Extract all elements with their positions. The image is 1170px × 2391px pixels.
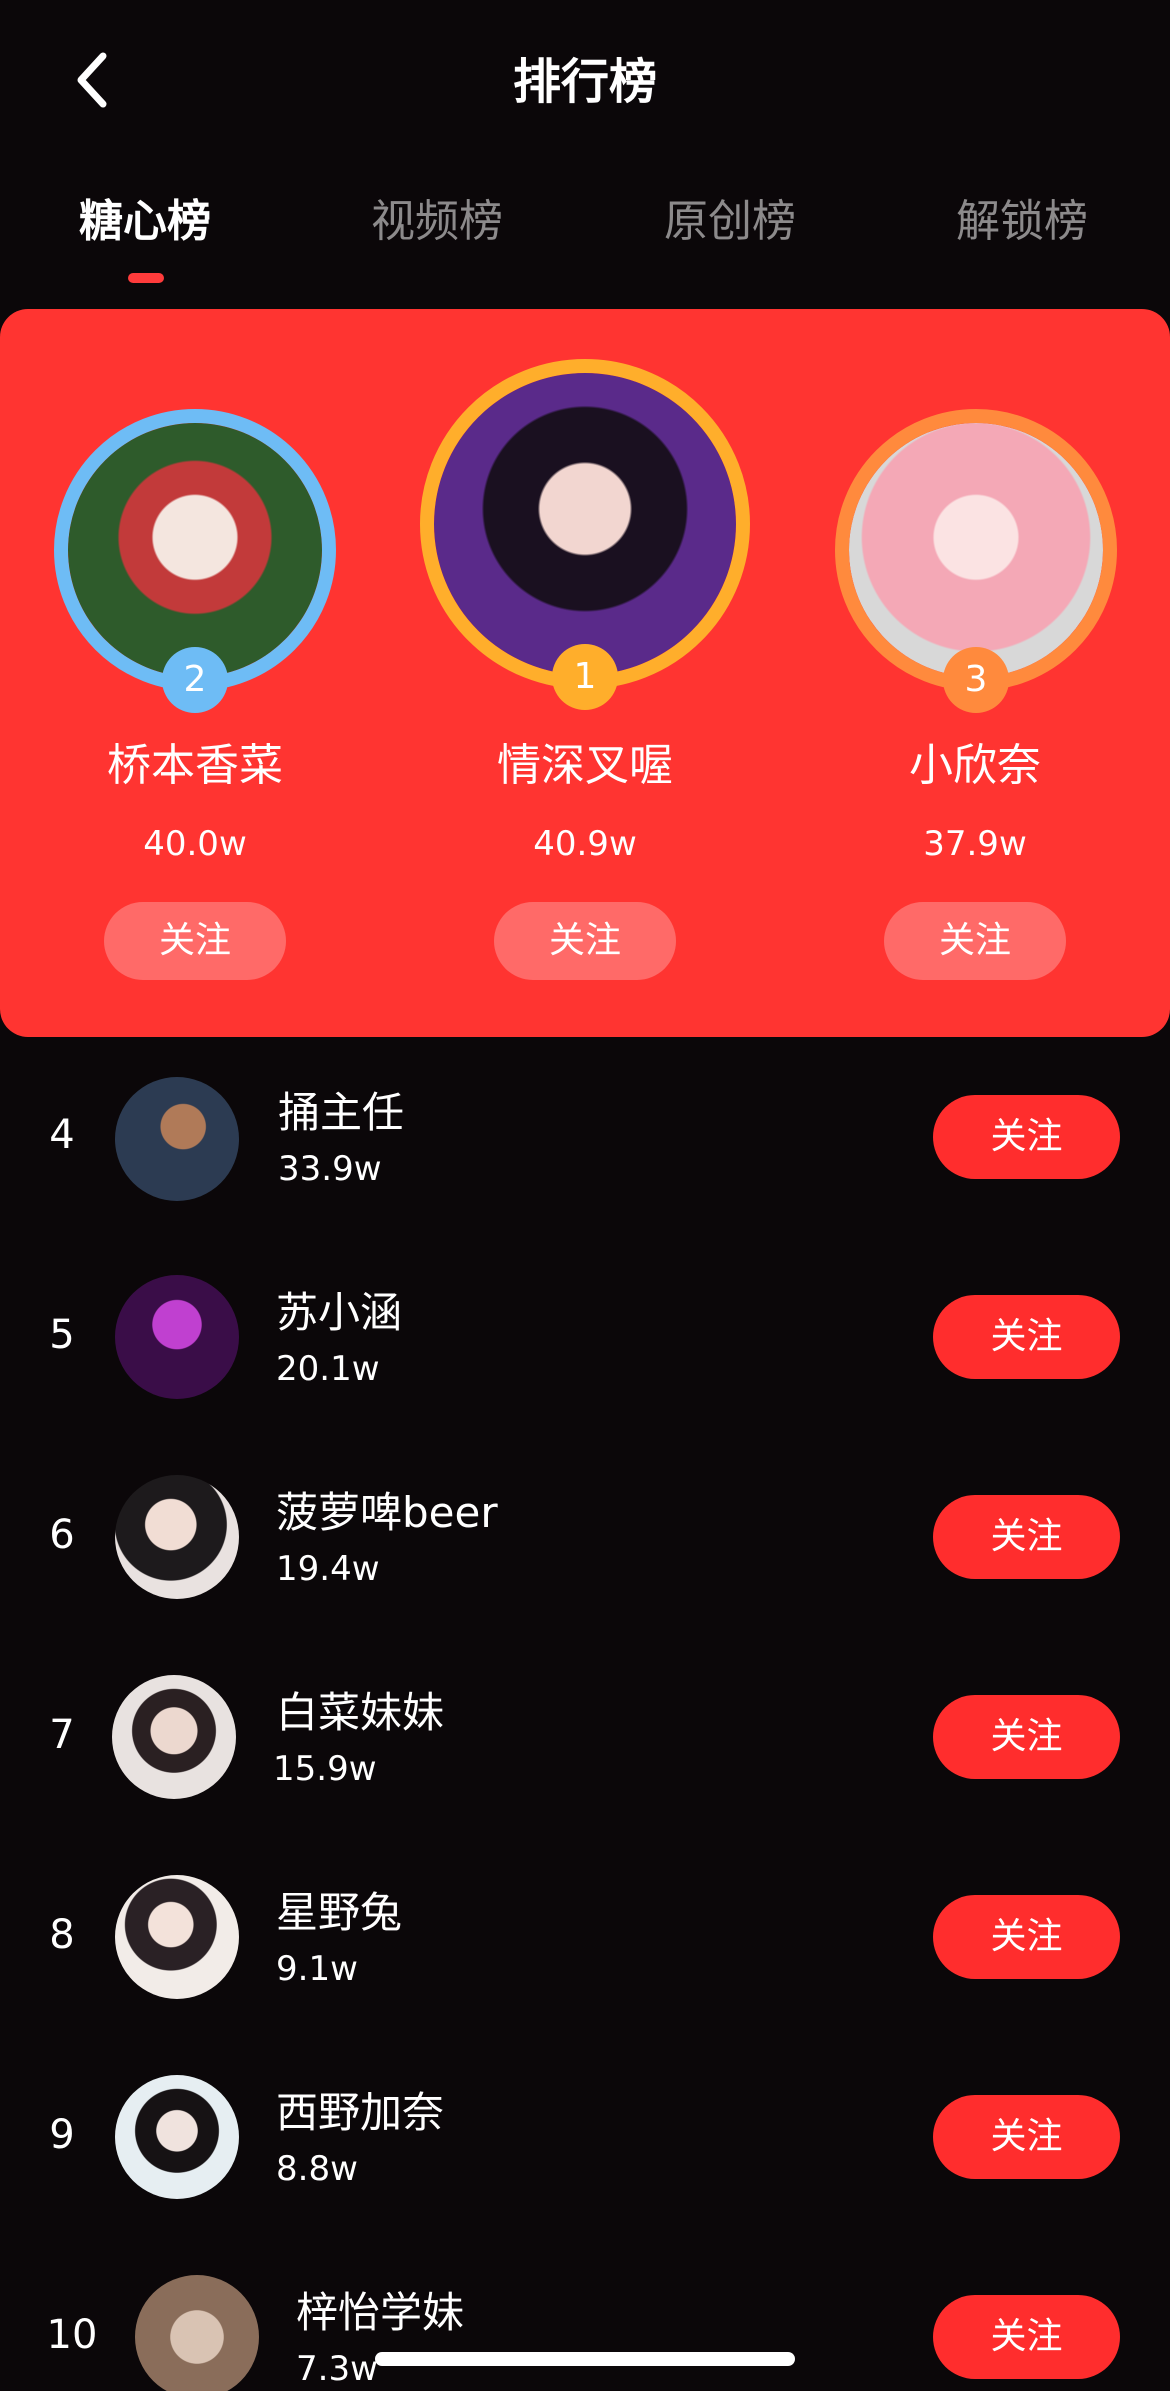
avatar[interactable] <box>112 1675 236 1799</box>
podium-name: 情深叉喔 <box>497 740 673 791</box>
follow-button[interactable]: 关注 <box>494 902 676 980</box>
rank-number: 8 <box>49 1912 75 1958</box>
avatar[interactable] <box>115 1077 239 1201</box>
follow-button[interactable]: 关注 <box>933 1695 1120 1779</box>
avatar[interactable] <box>135 2275 259 2391</box>
list-item[interactable]: 6 菠萝啤beer 19.4w 关注 <box>0 1437 1170 1637</box>
rank-number: 5 <box>49 1312 75 1358</box>
rank-badge: 2 <box>162 647 228 713</box>
avatar[interactable] <box>115 1275 239 1399</box>
user-score: 19.4w <box>276 1549 380 1589</box>
follow-button[interactable]: 关注 <box>933 1295 1120 1379</box>
avatar[interactable] <box>115 2075 239 2199</box>
list-item[interactable]: 4 捅主任 33.9w 关注 <box>0 1037 1170 1237</box>
user-name: 捅主任 <box>278 1088 405 1137</box>
rank-number: 9 <box>49 2112 75 2158</box>
podium-score: 40.9w <box>533 824 637 864</box>
header: 排行榜 <box>0 0 1170 150</box>
podium-name: 桥本香菜 <box>107 740 283 791</box>
rank-badge: 1 <box>552 644 618 710</box>
leaderboard-page: 排行榜 糖心榜 视频榜 原创榜 解锁榜 2 桥本香菜 40.0w 关注 1 情深… <box>0 0 1170 2391</box>
user-score: 33.9w <box>278 1149 382 1189</box>
user-name: 菠萝啤beer <box>276 1488 498 1537</box>
list-item[interactable]: 8 星野兔 9.1w 关注 <box>0 1837 1170 2037</box>
active-tab-indicator <box>128 273 164 283</box>
tab-bar: 糖心榜 视频榜 原创榜 解锁榜 <box>0 185 1170 295</box>
home-indicator <box>375 2352 795 2366</box>
follow-button[interactable]: 关注 <box>933 1495 1120 1579</box>
user-name: 苏小涵 <box>276 1288 403 1337</box>
rank-number: 10 <box>46 2312 98 2358</box>
user-score: 9.1w <box>276 1949 358 1989</box>
rank-badge: 3 <box>943 647 1009 713</box>
follow-button[interactable]: 关注 <box>933 2095 1120 2179</box>
user-name: 西野加奈 <box>276 2088 445 2137</box>
user-score: 8.8w <box>276 2149 358 2189</box>
podium-score: 40.0w <box>143 824 247 864</box>
page-title: 排行榜 <box>512 54 657 110</box>
user-name: 梓怡学妹 <box>296 2288 465 2337</box>
tab-original[interactable]: 原创榜 <box>620 185 840 249</box>
avatar[interactable] <box>115 1475 239 1599</box>
user-score: 7.3w <box>296 2349 378 2389</box>
rank-number: 4 <box>49 1112 75 1158</box>
list-item[interactable]: 5 苏小涵 20.1w 关注 <box>0 1237 1170 1437</box>
tab-video[interactable]: 视频榜 <box>327 185 547 249</box>
follow-button[interactable]: 关注 <box>884 902 1066 980</box>
follow-button[interactable]: 关注 <box>933 2295 1120 2379</box>
user-score: 15.9w <box>273 1749 377 1789</box>
rank-number: 6 <box>49 1512 75 1558</box>
follow-button[interactable]: 关注 <box>933 1095 1120 1179</box>
avatar[interactable] <box>115 1875 239 1999</box>
podium-top-three: 2 桥本香菜 40.0w 关注 1 情深叉喔 40.9w 关注 3 小欣奈 37… <box>0 309 1170 1037</box>
tab-unlock[interactable]: 解锁榜 <box>912 185 1132 249</box>
list-item[interactable]: 9 西野加奈 8.8w 关注 <box>0 2037 1170 2237</box>
follow-button[interactable]: 关注 <box>104 902 286 980</box>
user-score: 20.1w <box>276 1349 380 1389</box>
follow-button[interactable]: 关注 <box>933 1895 1120 1979</box>
avatar[interactable] <box>420 359 750 689</box>
tab-tangxin[interactable]: 糖心榜 <box>35 185 255 249</box>
user-name: 星野兔 <box>276 1888 403 1937</box>
rank-number: 7 <box>49 1712 75 1758</box>
podium-name: 小欣奈 <box>909 740 1041 791</box>
list-item[interactable]: 10 梓怡学妹 7.3w 关注 <box>0 2237 1170 2391</box>
user-name: 白菜妹妹 <box>276 1688 445 1737</box>
list-item[interactable]: 7 白菜妹妹 15.9w 关注 <box>0 1637 1170 1837</box>
podium-score: 37.9w <box>923 824 1027 864</box>
